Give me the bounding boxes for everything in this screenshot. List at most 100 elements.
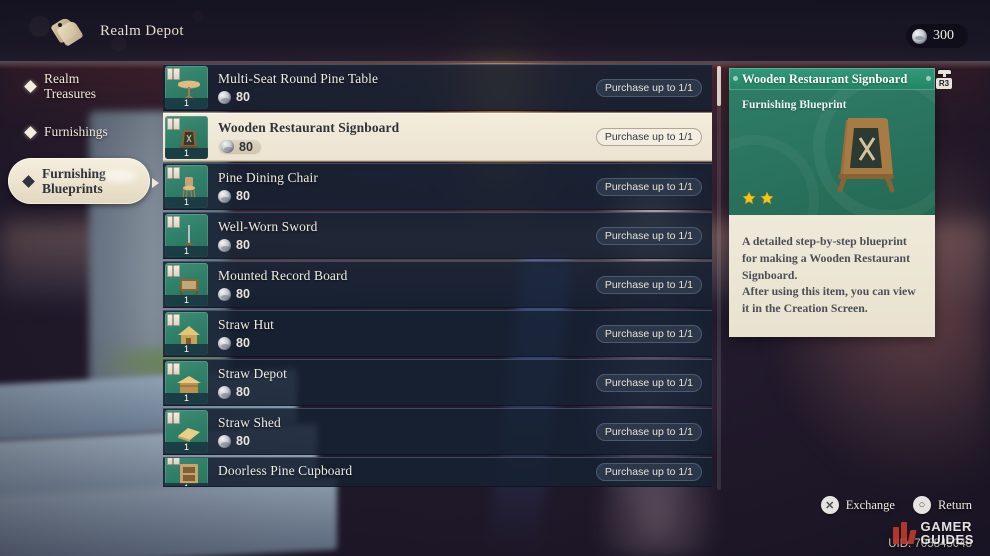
item-list[interactable]: 1 Multi-Seat Round Pine Table 80 Purchas… bbox=[163, 64, 712, 494]
item-price: 80 bbox=[218, 385, 596, 399]
item-price-value: 80 bbox=[236, 189, 250, 203]
realm-currency-coin-icon bbox=[221, 140, 234, 153]
realm-currency-coin-icon bbox=[912, 28, 927, 44]
realm-currency-coin-icon bbox=[218, 385, 231, 399]
item-quantity: 1 bbox=[165, 98, 208, 109]
purchase-limit-badge: Purchase up to 1/1 bbox=[595, 128, 702, 146]
item-price: 80 bbox=[218, 287, 596, 301]
item-price: 80 bbox=[218, 336, 596, 350]
detail-title-bar: Wooden Restaurant Signboard bbox=[729, 68, 935, 90]
item-price: 80 bbox=[218, 238, 596, 252]
stick-stem-icon bbox=[942, 74, 946, 77]
r3-label: R3 bbox=[935, 78, 953, 89]
purchase-limit-badge: Purchase up to 1/1 bbox=[595, 463, 702, 481]
detail-item-name: Wooden Restaurant Signboard bbox=[742, 71, 908, 86]
return-label: Return bbox=[937, 497, 972, 512]
item-quantity: 1 bbox=[165, 393, 208, 404]
cross-button-icon: ✕ bbox=[820, 496, 839, 514]
circle-button-icon: ○ bbox=[912, 496, 931, 514]
table-row[interactable]: 1 Straw Depot 80 Purchase up to 1/1 bbox=[163, 359, 712, 406]
gamer-guides-logo-icon bbox=[892, 522, 917, 544]
realm-currency-coin-icon bbox=[218, 90, 231, 104]
star-icon bbox=[760, 191, 774, 205]
diamond-bullet-icon bbox=[24, 79, 37, 93]
item-thumbnail: 1 bbox=[165, 312, 208, 355]
list-scrollbar[interactable] bbox=[717, 66, 721, 490]
watermark-text: GAMER GUIDES bbox=[921, 520, 974, 546]
purchase-limit-badge: Purchase up to 1/1 bbox=[595, 373, 702, 392]
table-row[interactable]: 1 Wooden Restaurant Signboard 80 Purchas… bbox=[163, 113, 712, 161]
item-quantity: 1 bbox=[165, 197, 208, 208]
return-action[interactable]: ○ Return bbox=[912, 496, 972, 514]
item-price-value: 80 bbox=[236, 434, 250, 448]
item-price: 80 bbox=[218, 90, 596, 104]
currency-display: 300 bbox=[906, 24, 968, 48]
exchange-action[interactable]: ✕ Exchange bbox=[820, 496, 895, 514]
purchase-limit-badge: Purchase up to 1/1 bbox=[595, 78, 702, 97]
item-price-value: 80 bbox=[236, 90, 250, 104]
item-name: Pine Dining Chair bbox=[218, 170, 318, 185]
item-quantity: 1 bbox=[165, 246, 208, 257]
table-row[interactable]: 1 Straw Hut 80 Purchase up to 1/1 bbox=[163, 310, 712, 357]
sidebar-item-realm-treasures[interactable]: Realm Treasures bbox=[0, 66, 160, 106]
description-line-2: After using this item, you can view it i… bbox=[742, 284, 916, 315]
tag-icon bbox=[50, 15, 84, 47]
item-price-value: 80 bbox=[236, 385, 250, 399]
item-thumbnail: 1 bbox=[165, 361, 208, 404]
item-price: 80 bbox=[218, 189, 596, 203]
item-name: Straw Hut bbox=[218, 317, 275, 332]
table-row[interactable]: 1 Multi-Seat Round Pine Table 80 Purchas… bbox=[163, 64, 712, 111]
rarity-stars bbox=[742, 191, 774, 205]
scrollbar-thumb[interactable] bbox=[717, 66, 721, 106]
purchase-limit-badge: Purchase up to 1/1 bbox=[595, 422, 702, 441]
sidebar-item-furnishing-blueprints[interactable]: Furnishing Blueprints bbox=[8, 158, 150, 204]
sidebar-item-furnishings[interactable]: Furnishings bbox=[0, 112, 160, 152]
r3-button-hint: R3 bbox=[934, 70, 954, 94]
item-price-value: 80 bbox=[236, 238, 250, 252]
purchase-limit-badge: Purchase up to 1/1 bbox=[595, 226, 702, 245]
currency-amount: 300 bbox=[933, 28, 954, 43]
realm-currency-coin-icon bbox=[218, 238, 231, 252]
item-thumbnail: 1 bbox=[165, 115, 208, 159]
item-price: 80 bbox=[218, 434, 596, 448]
item-thumbnail: 1 bbox=[165, 214, 208, 257]
cross-glyph: ✕ bbox=[825, 499, 835, 512]
realm-currency-coin-icon bbox=[218, 189, 231, 203]
table-row[interactable]: 1 Pine Dining Chair 80 Purchase up to 1/… bbox=[163, 163, 712, 210]
selection-arrow-icon bbox=[152, 178, 159, 188]
selection-highlight bbox=[102, 170, 136, 182]
gamer-guides-watermark: GAMER GUIDES bbox=[892, 520, 974, 546]
realm-currency-coin-icon bbox=[218, 287, 231, 301]
item-price: 80 bbox=[218, 138, 262, 155]
item-price-value: 80 bbox=[236, 336, 250, 350]
table-row[interactable]: 1 Doorless Pine Cupboard Purchase up to … bbox=[163, 457, 712, 487]
sidebar-item-label: Furnishings bbox=[44, 124, 108, 140]
item-name: Multi-Seat Round Pine Table bbox=[218, 71, 379, 86]
sidebar-item-label: Furnishing Blueprints bbox=[42, 165, 106, 196]
item-name: Mounted Record Board bbox=[218, 268, 348, 283]
item-quantity: 1 bbox=[165, 482, 208, 486]
item-thumbnail: 1 bbox=[165, 263, 208, 306]
diamond-bullet-icon bbox=[22, 174, 35, 188]
watermark-line-2: GUIDES bbox=[920, 532, 974, 547]
item-price-value: 80 bbox=[236, 287, 250, 301]
table-row[interactable]: 1 Straw Shed 80 Purchase up to 1/1 bbox=[163, 408, 712, 455]
exchange-label: Exchange bbox=[845, 497, 895, 512]
item-thumbnail: 1 bbox=[165, 410, 208, 453]
table-row[interactable]: 1 Well-Worn Sword 80 Purchase up to 1/1 bbox=[163, 212, 712, 259]
sidebar-item-label: Realm Treasures bbox=[44, 70, 96, 101]
item-quantity: 1 bbox=[165, 442, 208, 453]
header-bar: Realm Depot 300 bbox=[0, 0, 990, 69]
table-row[interactable]: 1 Mounted Record Board 80 Purchase up to… bbox=[163, 261, 712, 308]
item-price-value: 80 bbox=[239, 139, 253, 154]
circle-glyph: ○ bbox=[918, 499, 926, 511]
item-name: Doorless Pine Cupboard bbox=[218, 462, 353, 478]
item-name: Straw Shed bbox=[218, 415, 281, 430]
sidebar-nav: Realm Treasures Furnishings Furnishing B… bbox=[0, 66, 160, 210]
title-nub-icon bbox=[733, 76, 738, 81]
item-name: Wooden Restaurant Signboard bbox=[218, 119, 400, 135]
header-ornament bbox=[0, 0, 990, 63]
purchase-limit-badge: Purchase up to 1/1 bbox=[595, 177, 702, 196]
item-detail-panel: Wooden Restaurant Signboard Furnishing B… bbox=[729, 68, 935, 337]
item-quantity: 1 bbox=[165, 344, 208, 355]
